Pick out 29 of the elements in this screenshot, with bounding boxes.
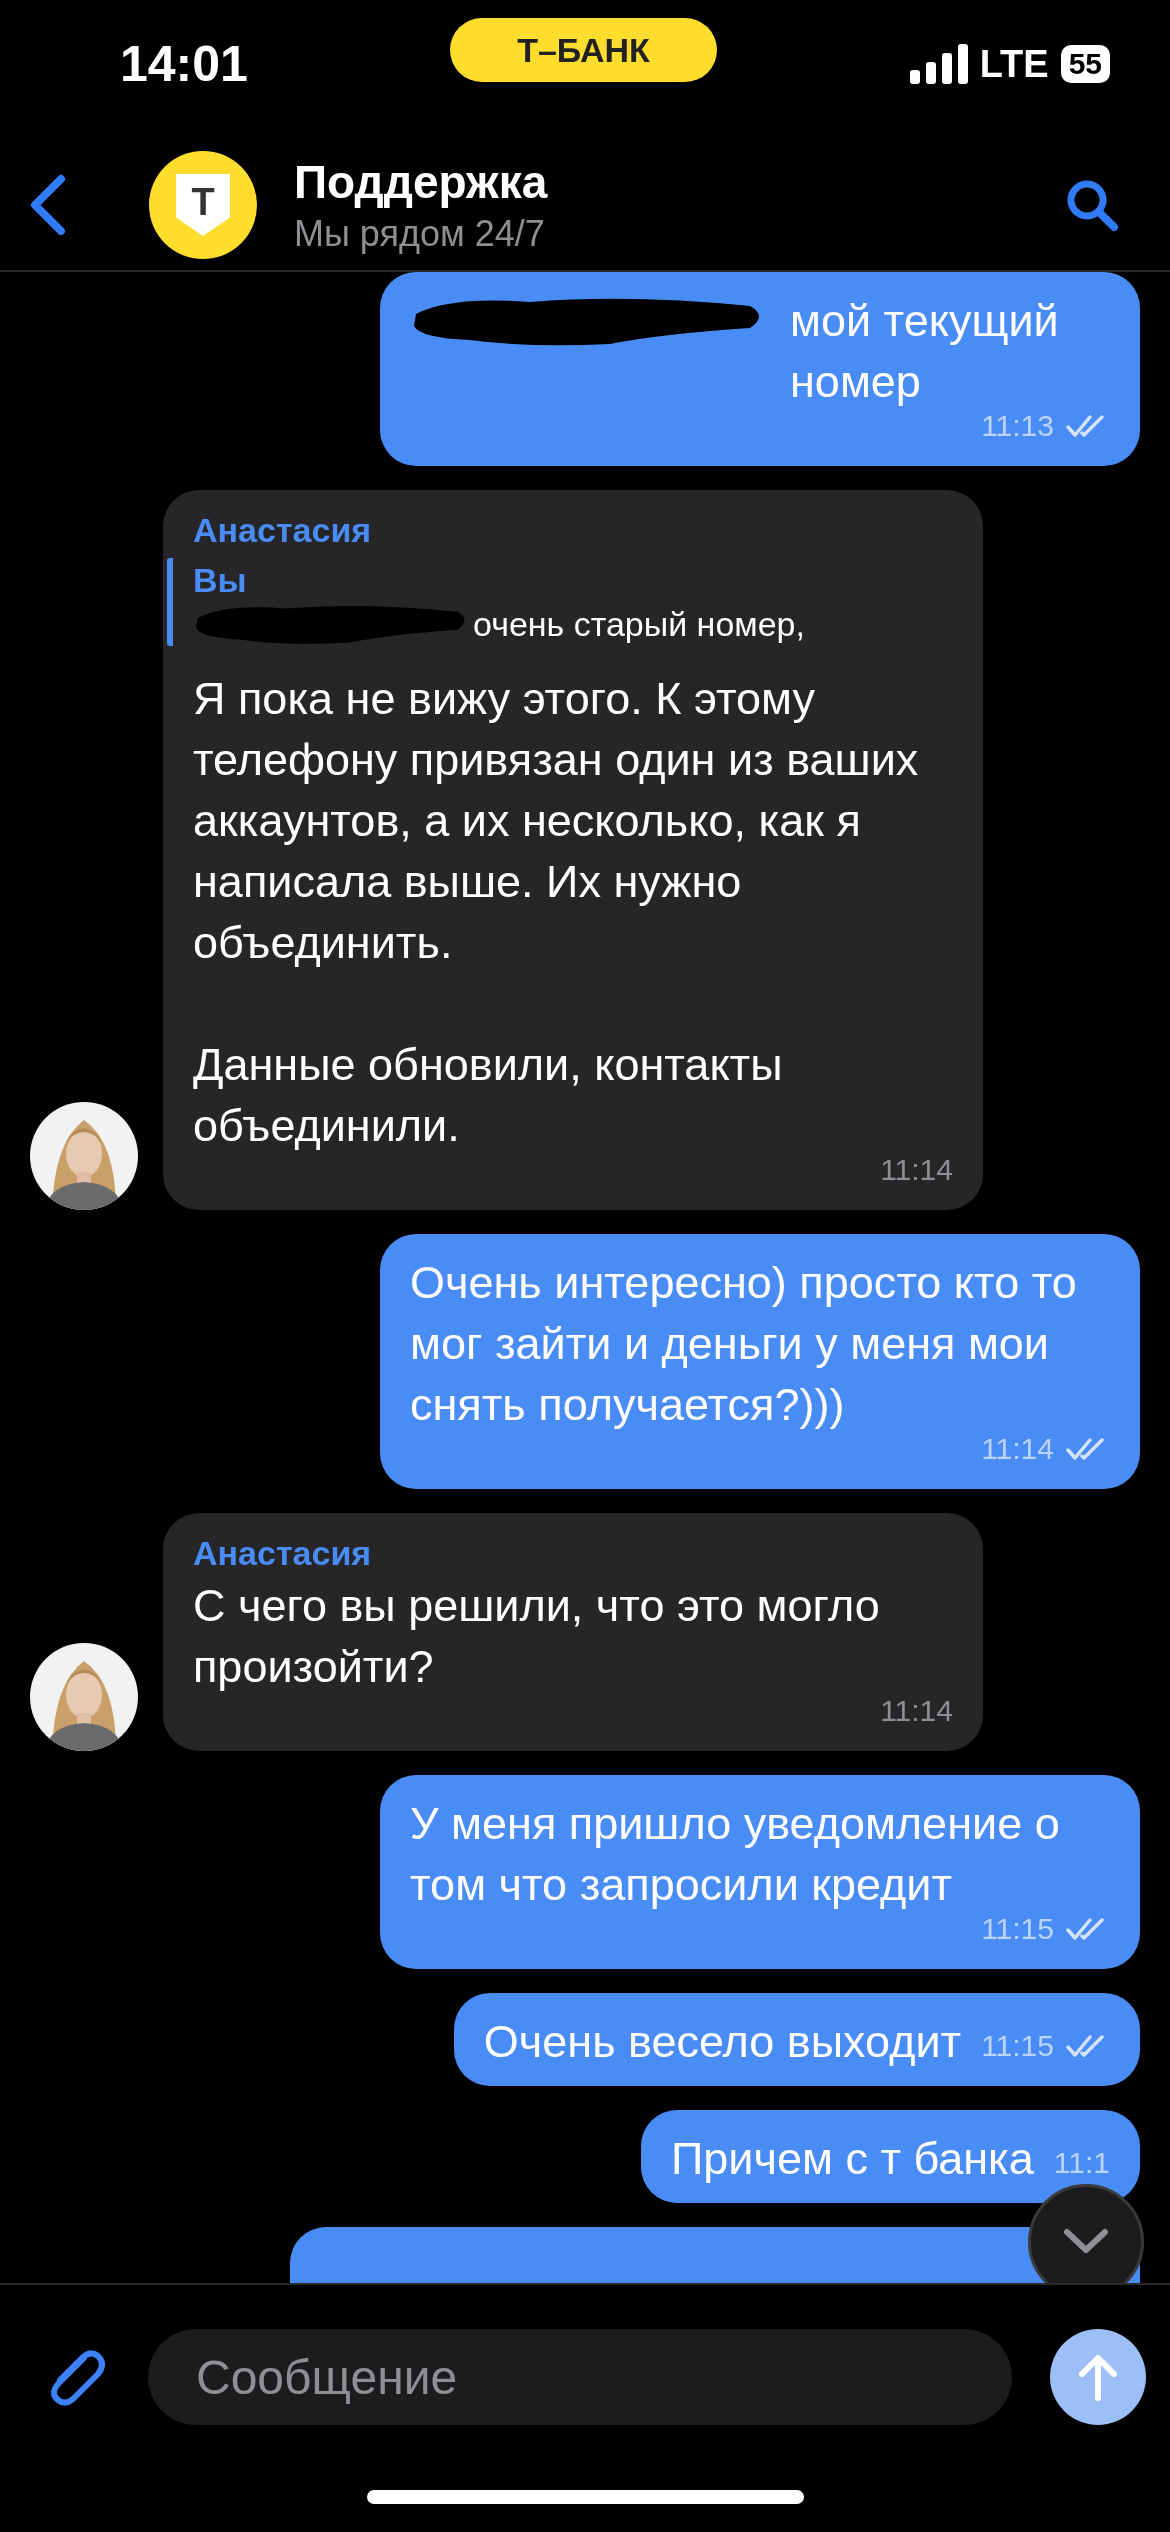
message-text: Очень весело выходит bbox=[483, 2015, 962, 2069]
message-text: С чего вы решили, что это могло произойти? bbox=[193, 1579, 881, 1694]
reply-text: очень старый номер, bbox=[473, 604, 805, 645]
battery-icon: 55 bbox=[1060, 45, 1110, 83]
signal-icon bbox=[909, 44, 968, 84]
app-pill[interactable]: Т–БАНК bbox=[450, 18, 717, 82]
reply-author: Вы bbox=[193, 560, 248, 601]
message-time: 11:14 bbox=[880, 1693, 953, 1729]
message-text: Я пока не вижу этого. К этому телефону привязан один из ваших аккаунтов, а их несколько, как я написала выше. Их нужно объединить. Данные обновили, контакты объединили. bbox=[193, 672, 920, 1153]
message-time: 11:13 bbox=[981, 408, 1054, 444]
message-time: 11:14 bbox=[981, 1431, 1054, 1467]
message-time: 11:14 bbox=[880, 1152, 953, 1188]
message-time: 11:15 bbox=[981, 2028, 1054, 2064]
message-input[interactable]: Сообщение bbox=[148, 2329, 1012, 2425]
chevron-down-icon bbox=[1063, 2228, 1109, 2256]
sender-name: Анастасия bbox=[193, 1533, 373, 1574]
arrow-up-icon bbox=[1076, 2352, 1120, 2402]
message-text: У меня пришло уведомление о том что запросили кредит bbox=[410, 1797, 1061, 1912]
message-time: 11:15 bbox=[981, 1911, 1054, 1947]
chat-avatar[interactable]: Т bbox=[149, 151, 257, 259]
status-time: 14:01 bbox=[120, 35, 248, 93]
message-text: мой текущий номер bbox=[790, 294, 1060, 409]
network-label: LTE bbox=[979, 42, 1049, 86]
sender-name: Анастасия bbox=[193, 510, 373, 551]
chat-subtitle: Мы рядом 24/7 bbox=[294, 213, 546, 255]
message-text: Очень интересно) просто кто то мог зайти и деньги у меня мои снять получается?))) bbox=[410, 1256, 1078, 1432]
message-time: 11:1 bbox=[1053, 2145, 1110, 2181]
message-text: Причем с т банка bbox=[670, 2132, 1034, 2186]
chat-title: Поддержка bbox=[294, 155, 548, 209]
